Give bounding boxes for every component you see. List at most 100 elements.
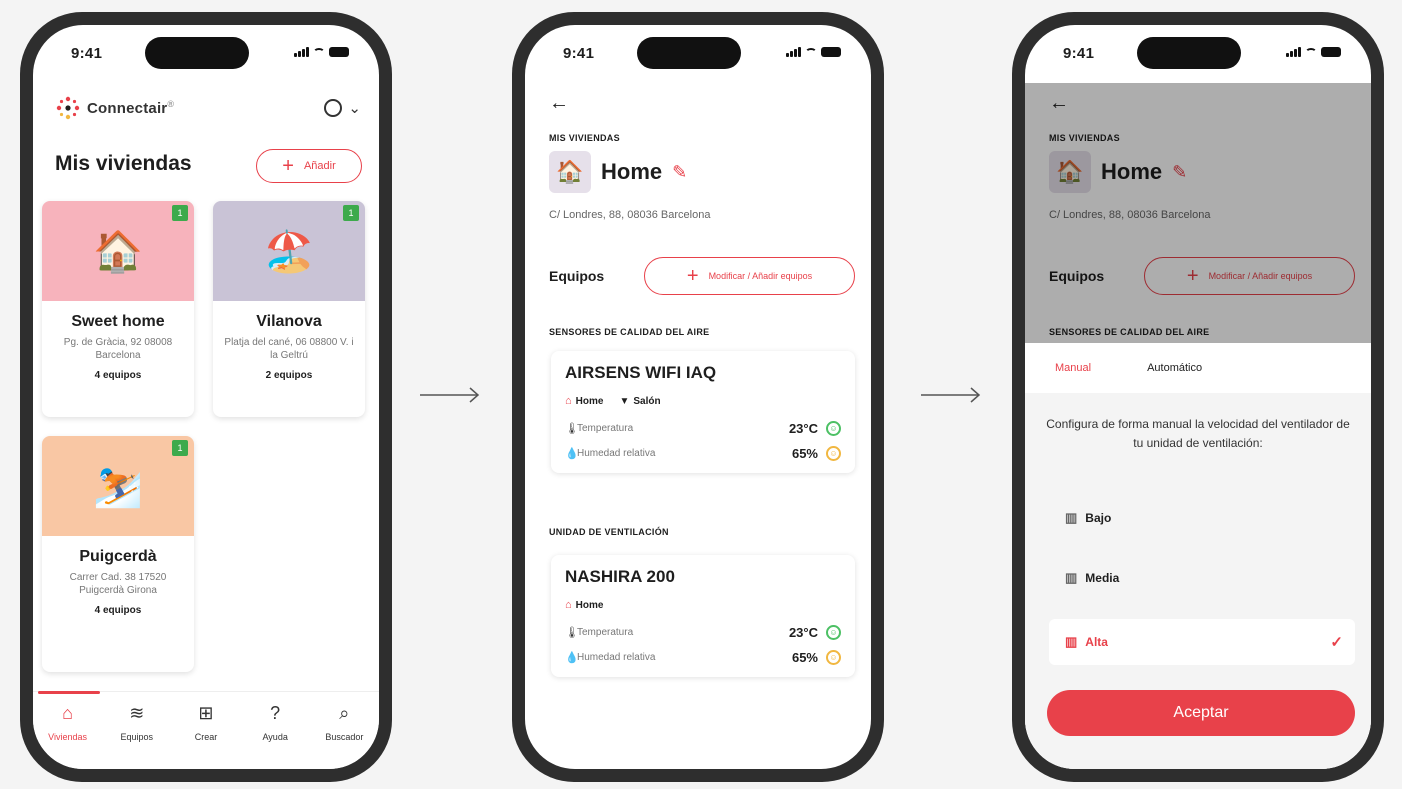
device-card-airsens[interactable]: AIRSENS WIFI IAQ ⌂ Home ▼ Salón 🌡 Temperat… xyxy=(551,351,855,473)
add-home-button[interactable]: + Añadir xyxy=(256,149,362,183)
tab-ayuda[interactable]: ? Ayuda xyxy=(245,702,305,769)
house-icon: ⌂ xyxy=(565,599,572,611)
screen-fan-speed: 9:41 ← MIS VIVIENDAS 🏠 Home ✎ C/ Londres… xyxy=(1025,25,1371,769)
status-bar: 9:41 xyxy=(1025,25,1371,83)
sheet-description: Configura de forma manual la velocidad d… xyxy=(1046,417,1350,450)
metric-humidity: 💧 Humedad relativa 65% ☺ xyxy=(565,650,841,665)
back-arrow-icon[interactable]: ← xyxy=(549,93,569,113)
section-label-homes: MIS VIVIENDAS xyxy=(549,133,620,143)
home-address: Platja del cané, 06 08800 V. i la Geltrú xyxy=(224,337,354,361)
fan-high-icon: ▥ xyxy=(1065,634,1078,649)
mode-tabs: Manual Automático xyxy=(1025,343,1371,393)
home-address: C/ Londres, 88, 08036 Barcelona xyxy=(549,209,711,221)
device-name: NASHIRA 200 xyxy=(565,567,675,586)
fan-low-icon: ▥ xyxy=(1065,510,1078,525)
phone-viviendas: 9:41 Connectair® ⌄ Mis viviendas + Añadi… xyxy=(20,12,392,782)
wifi-icon xyxy=(313,47,325,57)
tab-label: Buscador xyxy=(325,732,364,742)
status-icons xyxy=(294,47,349,57)
home-name: Puigcerdà xyxy=(79,548,157,565)
chip-home: ⌂ Home xyxy=(565,395,604,407)
tab-crear[interactable]: ⊞ Crear xyxy=(176,702,236,769)
status-bar: 9:41 xyxy=(525,25,871,83)
connectair-logo-icon xyxy=(56,96,80,120)
tab-automatico[interactable]: Automático xyxy=(1147,362,1202,374)
metric-label: Temperatura xyxy=(577,423,634,434)
wifi-icon xyxy=(805,47,817,57)
equipos-row: Equipos + Modificar / Añadir equipos xyxy=(549,257,855,295)
device-card-nashira[interactable]: NASHIRA 200 ⌂ Home 🌡 Temperatura 23°C ☺ 💧… xyxy=(551,555,855,677)
droplet-icon: 💧 xyxy=(565,652,579,664)
house-icon: 🏠 xyxy=(556,159,584,184)
tab-buscador[interactable]: ⌕ Buscador xyxy=(314,702,374,769)
section-label-air: SENSORES DE CALIDAD DEL AIRE xyxy=(549,327,710,337)
tab-equipos[interactable]: ≋ Equipos xyxy=(107,702,167,769)
status-warn-icon: ☺ xyxy=(826,446,841,461)
status-warn-icon: ☺ xyxy=(826,650,841,665)
home-header: 🏠 Home ✎ xyxy=(549,151,687,193)
device-badge: 1 xyxy=(172,205,188,221)
device-badge: 1 xyxy=(172,440,188,456)
flow-arrow-icon xyxy=(921,387,981,403)
battery-icon xyxy=(821,47,841,57)
equipos-heading: Equipos xyxy=(549,268,605,284)
house-icon: ⌂ xyxy=(565,395,572,407)
brand-name: Connectair® xyxy=(87,99,175,117)
modal-backdrop[interactable] xyxy=(1025,83,1371,345)
device-name: AIRSENS WIFI IAQ xyxy=(565,363,717,382)
status-time: 9:41 xyxy=(1063,45,1095,62)
modify-devices-button[interactable]: + Modificar / Añadir equipos xyxy=(644,257,855,295)
account-menu[interactable]: ⌄ xyxy=(324,99,361,117)
screen-viviendas: 9:41 Connectair® ⌄ Mis viviendas + Añadi… xyxy=(33,25,379,769)
home-name: Vilanova xyxy=(256,313,322,330)
option-label: Alta xyxy=(1085,635,1108,649)
chevron-down-icon: ⌄ xyxy=(348,100,361,117)
section-label-vent: UNIDAD DE VENTILACIÓN xyxy=(549,527,669,537)
home-address: Pg. de Gràcia, 92 08008 Barcelona xyxy=(63,337,173,361)
home-card-puigcerda[interactable]: ⛷️ 1 Puigcerdà Carrer Cad. 38 17520 Puig… xyxy=(42,436,194,672)
edit-pencil-icon[interactable]: ✎ xyxy=(672,162,687,183)
metric-label: Humedad relativa xyxy=(577,652,656,663)
status-time: 9:41 xyxy=(563,45,595,62)
modify-devices-label: Modificar / Añadir equipos xyxy=(708,271,813,281)
signal-icon xyxy=(294,47,309,57)
option-alta[interactable]: ▥ Alta ✓ xyxy=(1049,619,1355,665)
home-thumbnail: ⛷️ 1 xyxy=(42,436,194,536)
home-title: Home xyxy=(601,159,663,184)
add-home-label: Añadir xyxy=(303,160,336,172)
page-title: Mis viviendas xyxy=(55,152,192,175)
add-square-icon: ⊞ xyxy=(198,703,214,723)
phone-fan-speed-sheet: 9:41 ← MIS VIVIENDAS 🏠 Home ✎ C/ Londres… xyxy=(1012,12,1384,782)
home-device-count: 4 equipos xyxy=(94,370,142,381)
wifi-icon xyxy=(1305,47,1317,57)
tab-viviendas[interactable]: ⌂ Viviendas xyxy=(37,691,100,769)
tab-label: Ayuda xyxy=(262,732,288,742)
signal-icon xyxy=(1286,47,1301,57)
home-card-vilanova[interactable]: 🏖️ 1 Vilanova Platja del cané, 06 08800 … xyxy=(213,201,365,417)
check-icon: ✓ xyxy=(1330,634,1343,651)
device-badge: 1 xyxy=(343,205,359,221)
option-media[interactable]: ▥ Media xyxy=(1049,555,1355,601)
metric-value: 65% xyxy=(791,446,818,461)
status-bar: 9:41 xyxy=(33,25,379,83)
home-device-count: 4 equipos xyxy=(94,605,142,616)
accept-button[interactable]: Aceptar xyxy=(1047,690,1355,736)
option-label: Media xyxy=(1085,571,1120,585)
home-thumbnail: 🏖️ 1 xyxy=(213,201,365,301)
user-icon xyxy=(324,99,343,117)
tab-manual[interactable]: Manual xyxy=(1055,362,1091,374)
tab-label: Equipos xyxy=(120,732,154,742)
flow-arrow-icon xyxy=(420,387,480,403)
option-bajo[interactable]: ▥ Bajo xyxy=(1049,495,1355,541)
house-icon: 🏠 xyxy=(93,229,143,274)
screen-home-detail: 9:41 ← MIS VIVIENDAS 🏠 Home ✎ C/ Londres… xyxy=(525,25,871,769)
plus-icon: + xyxy=(282,155,294,177)
battery-icon xyxy=(329,47,349,57)
metric-value: 23°C xyxy=(788,625,818,640)
device-chips: ⌂ Home ▼ Salón xyxy=(565,395,841,407)
signal-icon xyxy=(786,47,801,57)
home-thumbnail: 🏠 1 xyxy=(42,201,194,301)
home-card-sweet-home[interactable]: 🏠 1 Sweet home Pg. de Gràcia, 92 08008 B… xyxy=(42,201,194,417)
tab-label: Viviendas xyxy=(48,732,88,742)
fan-medium-icon: ▥ xyxy=(1065,570,1078,585)
